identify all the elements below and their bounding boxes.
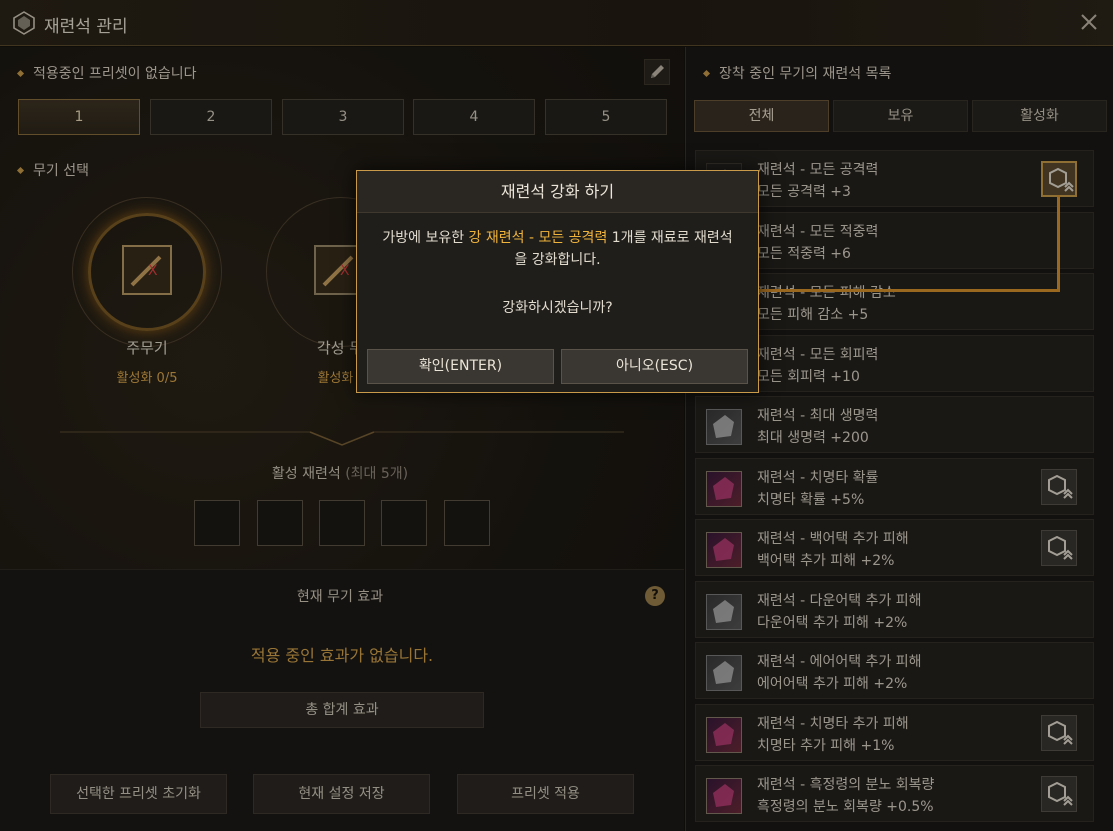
modal-overlay — [0, 0, 1113, 831]
dialog-msg-pre: 가방에 보유한 — [382, 230, 469, 246]
dialog-question: 강화하시겠습니까? — [502, 300, 613, 316]
cancel-button[interactable]: 아니오(ESC) — [561, 349, 748, 384]
confirm-button[interactable]: 확인(ENTER) — [367, 349, 554, 384]
upgrade-dialog: 재련석 강화 하기 가방에 보유한 강 재련석 - 모든 공격력 1개를 재료로… — [356, 170, 759, 393]
dialog-msg-item: 강 재련석 - 모든 공격력 — [468, 230, 608, 246]
dialog-title: 재련석 강화 하기 — [357, 171, 758, 213]
dialog-message: 가방에 보유한 강 재련석 - 모든 공격력 1개를 재료로 재련석을 강화합니… — [377, 227, 738, 271]
